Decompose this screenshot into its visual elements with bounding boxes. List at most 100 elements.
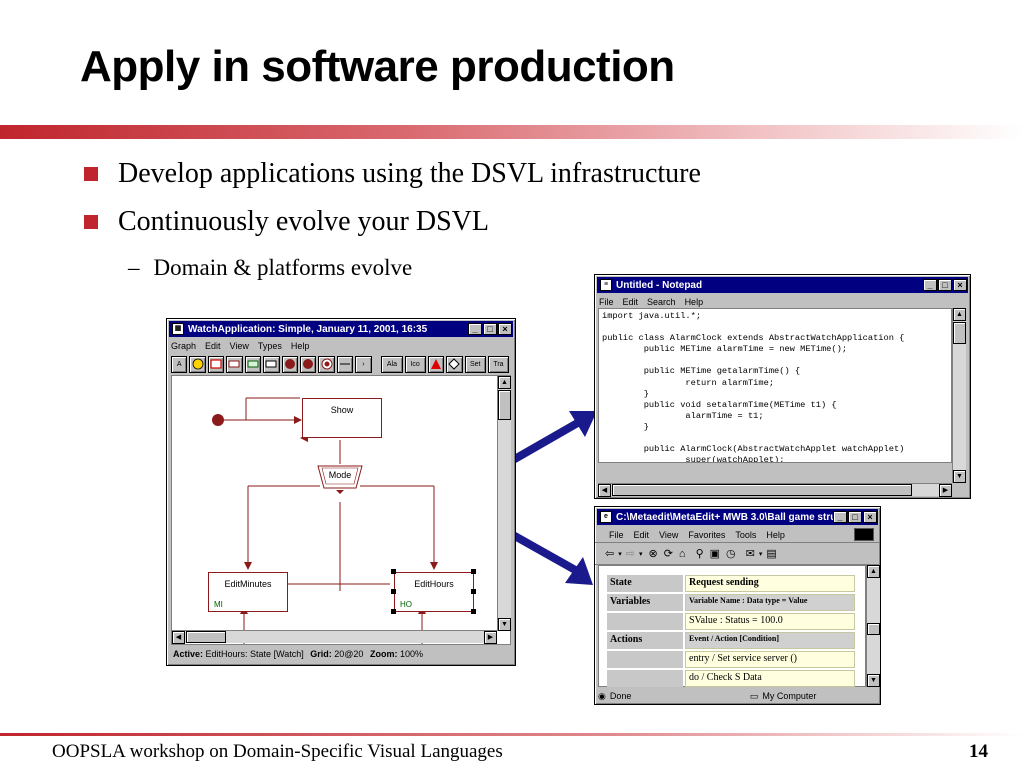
favorites-icon[interactable]: ▣ bbox=[710, 547, 720, 560]
selection-handle[interactable] bbox=[471, 609, 476, 614]
menu-favorites[interactable]: Favorites bbox=[688, 530, 725, 540]
row-label: Variables bbox=[607, 594, 683, 611]
scroll-thumb[interactable] bbox=[612, 484, 912, 496]
menu-file[interactable]: File bbox=[599, 297, 614, 307]
transition-tool-icon[interactable] bbox=[336, 355, 354, 373]
watch-app-titlebar[interactable]: ▦ WatchApplication: Simple, January 11, … bbox=[169, 321, 513, 337]
scroll-thumb[interactable] bbox=[867, 623, 880, 635]
close-icon[interactable]: × bbox=[953, 279, 967, 291]
rectangle-tool-icon[interactable] bbox=[263, 355, 280, 373]
button-tool-icon[interactable] bbox=[226, 355, 243, 373]
table-row: Variables Variable Name : Data type = Va… bbox=[607, 594, 855, 611]
browser-window: e C:\Metaedit\MetaEdit+ MWB 3.0\Ball gam… bbox=[594, 506, 881, 705]
scroll-left-icon[interactable]: ◀ bbox=[172, 631, 185, 644]
back-icon[interactable]: ⇦ bbox=[605, 547, 614, 560]
row-value: Variable Name : Data type = Value bbox=[685, 594, 855, 611]
home-icon[interactable]: ⌂ bbox=[679, 548, 686, 560]
scroll-up-icon[interactable]: ▲ bbox=[953, 308, 966, 321]
tool-alarm[interactable]: Ala bbox=[381, 355, 403, 373]
maximize-icon[interactable]: □ bbox=[483, 323, 497, 335]
scroll-up-icon[interactable]: ▲ bbox=[867, 565, 880, 578]
end-state-icon[interactable] bbox=[318, 355, 335, 373]
minimize-icon[interactable]: _ bbox=[833, 511, 847, 523]
scroll-down-icon[interactable]: ▼ bbox=[867, 674, 880, 687]
menu-types[interactable]: Types bbox=[258, 341, 282, 351]
alarm-tool-icon[interactable] bbox=[189, 355, 206, 373]
state-edit-hours[interactable]: EditHours HO bbox=[394, 572, 474, 612]
browser-vertical-scrollbar[interactable]: ▲ ▼ bbox=[866, 565, 880, 687]
menu-view[interactable]: View bbox=[659, 530, 678, 540]
notepad-text-area[interactable]: import java.util.*; public class AlarmCl… bbox=[598, 308, 952, 463]
watch-app-menubar: Graph Edit View Types Help bbox=[167, 339, 515, 353]
display-tool-icon[interactable] bbox=[207, 355, 225, 373]
menu-file[interactable]: File bbox=[609, 530, 624, 540]
selection-handle[interactable] bbox=[471, 569, 476, 574]
pointer-tool-icon[interactable]: › bbox=[355, 355, 372, 373]
menu-help[interactable]: Help bbox=[766, 530, 785, 540]
scroll-thumb[interactable] bbox=[186, 631, 226, 643]
dropdown-icon[interactable]: ▾ bbox=[759, 550, 763, 558]
menu-graph[interactable]: Graph bbox=[171, 341, 196, 351]
scroll-right-icon[interactable]: ▶ bbox=[939, 484, 952, 497]
state-edit-minutes[interactable]: EditMinutes MI bbox=[208, 572, 288, 612]
forward-icon[interactable]: ⇨ bbox=[626, 547, 635, 560]
maximize-icon[interactable]: □ bbox=[938, 279, 952, 291]
notepad-titlebar[interactable]: ≡ Untitled - Notepad _ □ × bbox=[597, 277, 968, 293]
selection-handle[interactable] bbox=[391, 569, 396, 574]
scroll-thumb[interactable] bbox=[498, 390, 511, 420]
dropdown-icon[interactable]: ▾ bbox=[618, 550, 622, 558]
minimize-icon[interactable]: _ bbox=[923, 279, 937, 291]
menu-edit[interactable]: Edit bbox=[205, 341, 221, 351]
mail-icon[interactable]: ✉ bbox=[746, 547, 755, 560]
scroll-down-icon[interactable]: ▼ bbox=[953, 470, 966, 483]
state-edit-hours-label: EditHours bbox=[414, 579, 454, 589]
scroll-up-icon[interactable]: ▲ bbox=[498, 376, 511, 389]
menu-edit[interactable]: Edit bbox=[634, 530, 650, 540]
tool-set[interactable]: Set bbox=[464, 355, 486, 373]
selection-handle[interactable] bbox=[391, 589, 396, 594]
row-value: SValue : Status = 100.0 bbox=[685, 613, 855, 630]
row-value: Request sending bbox=[685, 575, 855, 592]
close-icon[interactable]: × bbox=[863, 511, 877, 523]
search-icon[interactable]: ⚲ bbox=[696, 547, 704, 560]
notepad-vertical-scrollbar[interactable]: ▲ ▼ bbox=[952, 308, 966, 483]
browser-toolbar: ⇦ ▾ ⇨ ▾ ⊗ ⟳ ⌂ ⚲ ▣ ◷ ✉ ▾ ▤ bbox=[595, 543, 880, 565]
stop-icon[interactable]: ⊗ bbox=[648, 547, 657, 560]
diagram-vertical-scrollbar[interactable]: ▲ ▼ bbox=[497, 376, 511, 631]
state-show[interactable]: Show bbox=[302, 398, 382, 438]
dropdown-icon[interactable]: ▾ bbox=[639, 550, 643, 558]
selection-handle[interactable] bbox=[391, 609, 396, 614]
selection-handle[interactable] bbox=[471, 589, 476, 594]
start-state-icon[interactable] bbox=[281, 355, 298, 373]
print-icon[interactable]: ▤ bbox=[766, 547, 776, 560]
state-tool-icon[interactable] bbox=[244, 355, 262, 373]
menu-help[interactable]: Help bbox=[685, 297, 704, 307]
menu-tools[interactable]: Tools bbox=[735, 530, 756, 540]
menu-view[interactable]: View bbox=[230, 341, 249, 351]
scroll-thumb[interactable] bbox=[953, 322, 966, 344]
scroll-left-icon[interactable]: ◀ bbox=[598, 484, 611, 497]
menu-search[interactable]: Search bbox=[647, 297, 676, 307]
tool-text[interactable]: A bbox=[171, 355, 188, 373]
stop-state-icon[interactable] bbox=[299, 355, 317, 373]
warning-tool-icon[interactable] bbox=[427, 355, 445, 373]
history-icon[interactable]: ◷ bbox=[726, 547, 736, 560]
menu-help[interactable]: Help bbox=[291, 341, 310, 351]
maximize-icon[interactable]: □ bbox=[848, 511, 862, 523]
minimize-icon[interactable]: _ bbox=[468, 323, 482, 335]
diagram-horizontal-scrollbar[interactable]: ◀ ▶ bbox=[172, 630, 497, 644]
scroll-down-icon[interactable]: ▼ bbox=[498, 618, 511, 631]
mode-marker-icon bbox=[336, 490, 344, 494]
close-icon[interactable]: × bbox=[498, 323, 512, 335]
diamond-tool-icon[interactable] bbox=[446, 355, 463, 373]
browser-titlebar[interactable]: e C:\Metaedit\MetaEdit+ MWB 3.0\Ball gam… bbox=[597, 509, 878, 525]
diagram-canvas[interactable]: Show Mode EditMinutes MI EditHours HO bbox=[171, 375, 511, 645]
scroll-right-icon[interactable]: ▶ bbox=[484, 631, 497, 644]
table-row: entry / Set service server () bbox=[607, 651, 855, 668]
tool-transition[interactable]: Tra bbox=[487, 355, 510, 373]
refresh-icon[interactable]: ⟳ bbox=[664, 547, 673, 560]
notepad-horizontal-scrollbar[interactable]: ◀ ▶ bbox=[598, 483, 952, 497]
state-mode[interactable]: Mode bbox=[318, 468, 362, 484]
tool-icon[interactable]: Ico bbox=[404, 355, 426, 373]
menu-edit[interactable]: Edit bbox=[623, 297, 639, 307]
